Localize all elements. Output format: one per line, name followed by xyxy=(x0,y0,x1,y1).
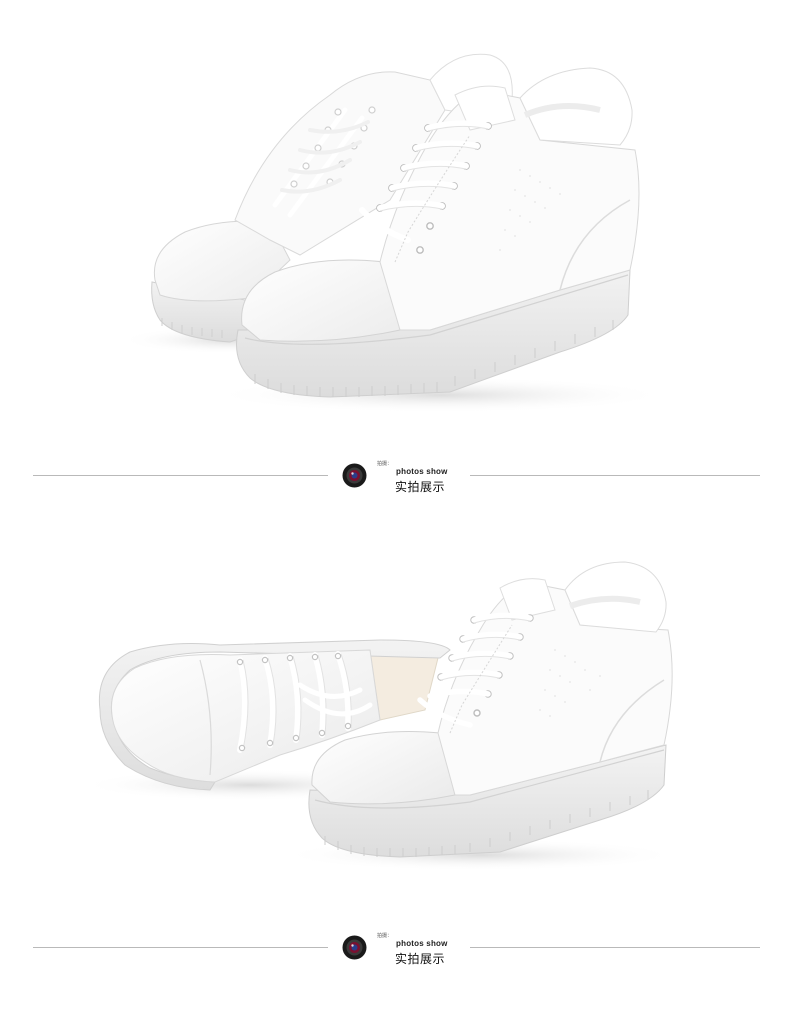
caption-chinese: 实拍展示 xyxy=(395,952,446,966)
caption-english: photos show xyxy=(396,467,448,476)
photos-show-divider: 拍摄：photos show 实拍展示 xyxy=(0,456,790,496)
caption-small-text: 拍摄： xyxy=(377,933,393,939)
camera-lens-icon xyxy=(342,463,367,488)
divider-caption: 拍摄：photos show 实拍展示 xyxy=(377,933,467,966)
divider-line-right xyxy=(470,475,760,476)
divider-line-left xyxy=(33,947,328,948)
photos-show-divider: 拍摄：photos show 实拍展示 xyxy=(0,928,790,968)
divider-caption: 拍摄：photos show 实拍展示 xyxy=(377,461,467,494)
caption-small-text: 拍摄： xyxy=(377,461,393,467)
divider-line-left xyxy=(33,475,328,476)
caption-english: photos show xyxy=(396,939,448,948)
divider-line-right xyxy=(470,947,760,948)
caption-chinese: 实拍展示 xyxy=(395,480,446,494)
product-photo-front-pair xyxy=(0,0,790,440)
product-photo-side-pair xyxy=(0,500,790,920)
camera-lens-icon xyxy=(342,935,367,960)
